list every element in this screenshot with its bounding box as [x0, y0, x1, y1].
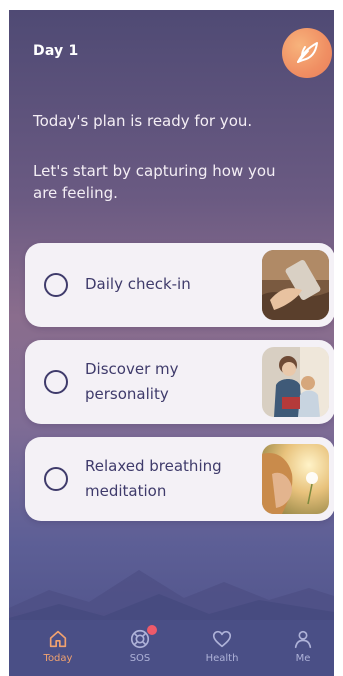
family-photo: [262, 347, 329, 417]
leaf-logo-icon: [297, 42, 318, 63]
task-card-daily-check-in[interactable]: Daily check-in: [25, 243, 334, 327]
task-card-breathing-meditation[interactable]: Relaxed breathing meditation: [25, 437, 334, 521]
tab-today[interactable]: Today: [28, 628, 88, 664]
app-logo-button[interactable]: [282, 28, 332, 78]
bottom-tab-bar: Today SOS Health Me: [9, 620, 334, 676]
tab-health[interactable]: Health: [192, 628, 252, 664]
mountain-silhouette: [9, 570, 334, 628]
home-icon: [49, 630, 67, 648]
task-card-discover-personality[interactable]: Discover my personality: [25, 340, 334, 424]
tab-label: SOS: [129, 653, 151, 664]
task-label: Daily check-in: [85, 275, 191, 293]
woman-blowing-dandelion-photo: [262, 444, 329, 514]
intro-text: Today's plan is ready for you.: [33, 112, 253, 130]
hand-holding-phone-photo: [262, 250, 329, 320]
task-label: Relaxed breathing meditation: [85, 457, 222, 500]
task-checkbox[interactable]: [44, 370, 68, 394]
tab-me[interactable]: Me: [273, 628, 333, 664]
tab-label: Me: [295, 653, 311, 664]
tab-label: Health: [205, 653, 239, 664]
tab-label: Today: [43, 653, 73, 664]
tab-sos[interactable]: SOS: [110, 625, 170, 664]
person-icon: [294, 630, 312, 649]
intro-prompt: Let's start by capturing how you are fee…: [33, 162, 276, 202]
app-screen: Day 1 Today's plan is ready for you. Let…: [9, 10, 334, 676]
task-checkbox[interactable]: [44, 273, 68, 297]
heart-icon: [212, 630, 232, 648]
task-checkbox[interactable]: [44, 467, 68, 491]
page-title: Day 1: [33, 43, 79, 59]
notification-badge: [147, 625, 157, 635]
task-label: Discover my personality: [85, 360, 179, 403]
